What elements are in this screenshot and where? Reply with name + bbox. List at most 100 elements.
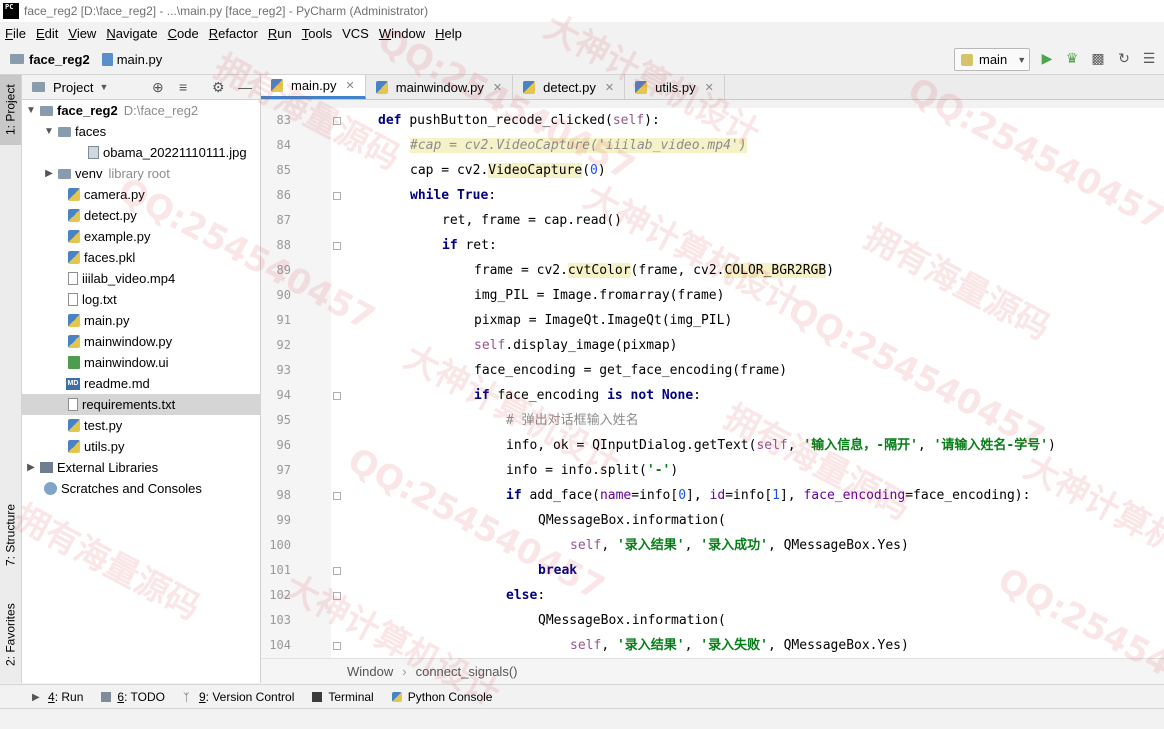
tree-item-requirements-txt[interactable]: requirements.txt — [22, 394, 260, 415]
minimize-icon[interactable]: — — [238, 79, 252, 95]
library-icon — [40, 462, 53, 473]
menu-run[interactable]: Run — [263, 26, 297, 41]
chevron-down-icon[interactable]: ▼ — [99, 82, 108, 92]
close-icon[interactable]: ✕ — [705, 81, 714, 94]
chevron-down-icon[interactable]: ▼ — [44, 126, 54, 137]
branch-icon: ᛉ — [182, 692, 190, 704]
tree-item-utils-py[interactable]: utils.py — [22, 436, 260, 457]
tree-item-label: mainwindow.py — [84, 334, 173, 349]
tree-item-video-mp4[interactable]: iiilab_video.mp4 — [22, 268, 260, 289]
tree-item-obama-jpg[interactable]: obama_20221110111.jpg — [22, 142, 260, 163]
menu-vcs[interactable]: VCS — [337, 26, 374, 41]
fold-marker-icon[interactable] — [333, 242, 341, 250]
tab-structure-strip[interactable]: 7: Structure — [0, 490, 21, 580]
tree-item-camera-py[interactable]: camera.py — [22, 184, 260, 205]
tab-favorites-strip[interactable]: 2: Favorites — [0, 590, 21, 680]
menu-file[interactable]: File — [0, 26, 31, 41]
code-line: if face_encoding is not None: — [474, 383, 701, 408]
ui-file-icon — [68, 356, 80, 369]
line-number: 95 — [276, 413, 291, 427]
code-token: ): — [644, 113, 660, 128]
chevron-down-icon[interactable]: ▼ — [26, 105, 36, 116]
code-token: if — [474, 388, 498, 403]
menu-edit[interactable]: Edit — [31, 26, 63, 41]
nav-file[interactable]: main.py — [117, 52, 163, 67]
fold-marker-icon[interactable] — [333, 117, 341, 125]
collapse-icon[interactable]: ≡ — [179, 79, 187, 95]
tree-item-venv[interactable]: ▶ venv library root — [22, 163, 260, 184]
chevron-right-icon[interactable]: ▶ — [44, 168, 54, 179]
tree-item-label: obama_20221110111.jpg — [103, 145, 247, 160]
menu-tools[interactable]: Tools — [297, 26, 337, 41]
code-line: QMessageBox.information( — [538, 608, 726, 633]
tab-detect-py[interactable]: detect.py ✕ — [513, 75, 626, 99]
tree-item-detect-py[interactable]: detect.py — [22, 205, 260, 226]
run-config-select[interactable]: main ▼ — [954, 48, 1030, 71]
tab-label: Python Console — [407, 690, 493, 704]
tree-item-test-py[interactable]: test.py — [22, 415, 260, 436]
menu-view[interactable]: View — [63, 26, 101, 41]
code-token: ], — [686, 488, 710, 503]
tab-terminal[interactable]: Terminal — [312, 690, 374, 704]
tab-version-control[interactable]: ᛉ 9: Version Control — [183, 690, 294, 704]
fold-marker-icon[interactable] — [333, 642, 341, 650]
debug-icon[interactable]: ♛ — [1063, 50, 1081, 68]
tree-item-faces[interactable]: ▼ faces — [22, 121, 260, 142]
code-token: self — [570, 538, 602, 553]
python-file-icon — [375, 80, 388, 94]
code-token: pushButton_recode_clicked( — [409, 113, 613, 128]
breadcrumb-method[interactable]: connect_signals() — [416, 664, 518, 679]
tree-root[interactable]: ▼ face_reg2 D:\face_reg2 — [22, 100, 260, 121]
menu-code[interactable]: Code — [163, 26, 204, 41]
close-icon[interactable]: ✕ — [493, 81, 502, 94]
tab-project-strip[interactable]: 1: Project — [0, 75, 21, 145]
gear-icon[interactable]: ⚙ — [212, 79, 225, 96]
tree-item-main-py[interactable]: main.py — [22, 310, 260, 331]
chevron-right-icon[interactable]: ▶ — [26, 462, 36, 473]
code-token: (frame, cv2. — [630, 263, 725, 278]
breadcrumb-class[interactable]: Window — [347, 664, 393, 679]
fold-marker-icon[interactable] — [333, 192, 341, 200]
tree-item-log-txt[interactable]: log.txt — [22, 289, 260, 310]
line-number: 88 — [276, 238, 291, 252]
tree-item-mainwindow-ui[interactable]: mainwindow.ui — [22, 352, 260, 373]
python-file-icon — [68, 314, 80, 327]
tab-utils-py[interactable]: utils.py ✕ — [625, 75, 725, 99]
tab-todo[interactable]: 6: TODO — [101, 690, 165, 704]
tree-item-readme-md[interactable]: MD readme.md — [22, 373, 260, 394]
tree-item-mainwindow-py[interactable]: mainwindow.py — [22, 331, 260, 352]
close-icon[interactable]: ✕ — [605, 81, 614, 94]
code-token: id — [709, 488, 726, 503]
fold-marker-icon[interactable] — [333, 492, 341, 500]
menu-window[interactable]: Window — [374, 26, 430, 41]
coverage-icon[interactable]: ▩ — [1089, 50, 1107, 68]
pycharm-logo-icon: PC — [3, 3, 19, 19]
code-token: while — [410, 188, 457, 203]
menu-refactor[interactable]: Refactor — [204, 26, 263, 41]
tab-python-console[interactable]: Python Console — [391, 690, 493, 704]
tree-item-faces-pkl[interactable]: faces.pkl — [22, 247, 260, 268]
menu-navigate[interactable]: Navigate — [101, 26, 162, 41]
close-icon[interactable]: ✕ — [346, 79, 355, 92]
fold-marker-icon[interactable] — [333, 567, 341, 575]
code-token: add_face( — [529, 488, 600, 503]
menu-help[interactable]: Help — [430, 26, 467, 41]
locate-icon[interactable]: ⊕ — [152, 79, 164, 96]
code-token: self — [474, 338, 506, 353]
tree-item-example-py[interactable]: example.py — [22, 226, 260, 247]
todo-icon — [101, 692, 112, 702]
tab-mainwindow-py[interactable]: mainwindow.py ✕ — [366, 75, 514, 99]
stop-icon[interactable]: ☰ — [1140, 50, 1158, 68]
nav-project[interactable]: face_reg2 — [29, 52, 90, 67]
python-console-icon — [391, 692, 402, 702]
run-icon[interactable]: ▶ — [1038, 50, 1056, 68]
tree-item-label: example.py — [84, 229, 151, 244]
tree-item-scratches[interactable]: Scratches and Consoles — [22, 478, 260, 499]
profile-icon[interactable]: ↻ — [1115, 50, 1133, 68]
tab-run[interactable]: ▶ 4: Run — [32, 690, 83, 704]
project-panel-title[interactable]: Project — [53, 80, 93, 95]
tree-item-external-libraries[interactable]: ▶ External Libraries — [22, 457, 260, 478]
fold-marker-icon[interactable] — [333, 592, 341, 600]
tab-main-py[interactable]: main.py ✕ — [261, 75, 366, 99]
fold-marker-icon[interactable] — [333, 392, 341, 400]
